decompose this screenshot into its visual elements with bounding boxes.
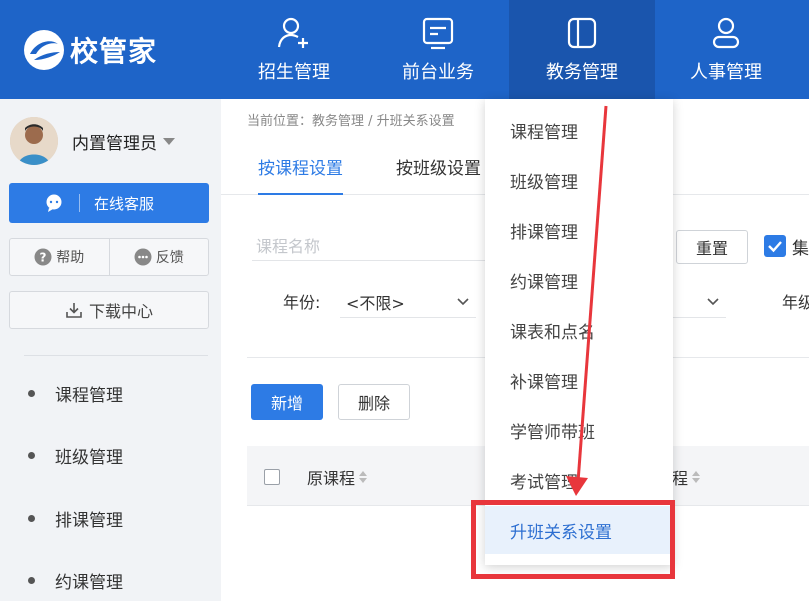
user-icon — [712, 17, 740, 49]
nav-enrollment[interactable]: 招生管理 — [221, 0, 367, 99]
highlight-box — [471, 500, 675, 579]
select-all-checkbox[interactable] — [264, 469, 280, 485]
breadcrumb: 当前位置：教务管理 / 升班关系设置 — [247, 114, 455, 129]
feedback-icon — [134, 248, 152, 266]
help-feedback-row: ? 帮助 反馈 — [9, 238, 209, 276]
course-name-input[interactable]: 课程名称 — [252, 227, 487, 261]
online-service-label: 在线客服 — [94, 194, 155, 213]
column-target-course[interactable]: 程 — [672, 465, 701, 489]
column-label: 程 — [672, 469, 689, 488]
top-header: 校管家 招生管理 前台业务 教务管理 人事管理 — [0, 0, 809, 99]
avatar-photo-icon — [10, 117, 58, 165]
logo-text: 校管家 — [70, 35, 158, 68]
panel-icon — [567, 17, 597, 49]
column-label: 原课程 — [307, 469, 356, 488]
logo[interactable]: 校管家 — [22, 28, 157, 72]
checkbox-checked[interactable] — [764, 235, 786, 257]
sidebar-item-label: 课程管理 — [55, 385, 123, 406]
year-select[interactable]: <不限> — [340, 284, 476, 318]
nav-label: 教务管理 — [546, 62, 618, 83]
download-center-label: 下载中心 — [88, 302, 153, 321]
dropdown-item-exam[interactable]: 考试管理 — [485, 456, 673, 504]
nav-hr[interactable]: 人事管理 — [653, 0, 799, 99]
tab-by-class[interactable]: 按班级设置 — [396, 154, 481, 195]
dropdown-item-booking[interactable]: 约课管理 — [485, 256, 673, 304]
sidebar-item-schedule[interactable]: 排课管理 — [0, 498, 221, 538]
help-button[interactable]: ? 帮助 — [10, 239, 109, 275]
chat-icon — [46, 194, 62, 212]
sidebar-item-label: 排课管理 — [55, 510, 123, 531]
chevron-down-icon — [707, 298, 719, 306]
dropdown-item-schedule[interactable]: 排课管理 — [485, 206, 673, 254]
nav-label: 招生管理 — [258, 62, 330, 83]
download-icon — [66, 303, 82, 318]
bullet-icon — [28, 576, 35, 584]
secondary-select[interactable] — [672, 284, 726, 318]
checkbox-label: 集 — [792, 239, 809, 259]
year-select-value: <不限> — [346, 294, 405, 313]
download-center-button[interactable]: 下载中心 — [9, 291, 209, 329]
user-menu[interactable]: 内置管理员 — [10, 117, 175, 165]
tab-by-course[interactable]: 按课程设置 — [258, 154, 343, 195]
grade-label: 年级 — [782, 293, 809, 312]
sidebar-item-course[interactable]: 课程管理 — [0, 373, 221, 413]
check-icon — [768, 241, 782, 253]
dropdown-item-makeup[interactable]: 补课管理 — [485, 356, 673, 404]
online-service-button[interactable]: 在线客服 — [9, 183, 209, 223]
divider — [24, 355, 208, 356]
help-icon: ? — [34, 248, 52, 266]
delete-button[interactable]: 删除 — [338, 384, 410, 420]
add-button[interactable]: 新增 — [251, 384, 323, 420]
bullet-icon — [28, 389, 35, 397]
monitor-icon — [422, 17, 454, 50]
sidebar-item-class[interactable]: 班级管理 — [0, 435, 221, 475]
column-original-course[interactable]: 原课程 — [307, 465, 368, 489]
academic-dropdown-menu: 课程管理 班级管理 排课管理 约课管理 课表和点名 补课管理 学管师带班 考试管… — [485, 99, 673, 565]
sidebar: 内置管理员 在线客服 ? 帮助 反馈 下载中心 课程管理 班级管理 排课管理 约… — [0, 99, 221, 601]
divider — [79, 194, 80, 212]
bullet-icon — [28, 451, 35, 459]
sidebar-item-booking[interactable]: 约课管理 — [0, 560, 221, 600]
user-plus-icon — [277, 17, 308, 48]
logo-mark-icon — [24, 30, 64, 70]
svg-text:?: ? — [40, 251, 47, 265]
reset-button[interactable]: 重置 — [676, 230, 748, 264]
feedback-label: 反馈 — [155, 250, 184, 266]
feedback-button[interactable]: 反馈 — [108, 239, 209, 275]
avatar — [10, 117, 58, 165]
dropdown-item-timetable[interactable]: 课表和点名 — [485, 306, 673, 354]
chevron-down-icon — [457, 298, 469, 306]
user-name: 内置管理员 — [72, 133, 157, 154]
year-label: 年份: — [283, 293, 321, 312]
help-label: 帮助 — [56, 250, 85, 266]
dropdown-item-tutor[interactable]: 学管师带班 — [485, 406, 673, 454]
nav-front-desk[interactable]: 前台业务 — [365, 0, 511, 99]
caret-down-icon — [163, 137, 175, 145]
sidebar-item-label: 约课管理 — [55, 572, 123, 593]
dropdown-item-class[interactable]: 班级管理 — [485, 156, 673, 204]
nav-label: 人事管理 — [690, 62, 762, 83]
sort-icon — [359, 471, 368, 483]
sidebar-item-label: 班级管理 — [55, 447, 123, 468]
dropdown-item-course[interactable]: 课程管理 — [485, 106, 673, 154]
nav-academic[interactable]: 教务管理 — [509, 0, 655, 99]
bullet-icon — [28, 514, 35, 522]
nav-label: 前台业务 — [402, 62, 474, 83]
sort-icon — [692, 471, 701, 483]
